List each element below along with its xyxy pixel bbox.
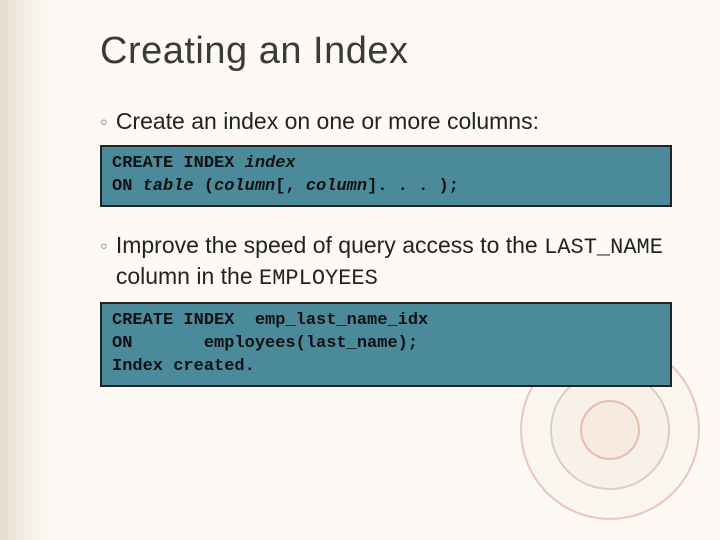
code-text: [, — [275, 177, 306, 196]
code-text: CREATE INDEX — [112, 154, 245, 173]
code-block-example: CREATE INDEX emp_last_name_idx ON employ… — [100, 302, 672, 387]
code-text: ( — [194, 177, 214, 196]
code-block-syntax: CREATE INDEX index ON table (column[, co… — [100, 145, 672, 207]
code-text-italic: column — [306, 177, 367, 196]
bullet-text: Improve the speed of query access to the… — [116, 231, 672, 294]
code-text: ON employees(last_name); — [112, 334, 418, 353]
bullet-text-part: Improve the speed of query access to the — [116, 232, 544, 258]
slide-content: Creating an Index ◦ Create an index on o… — [0, 0, 720, 441]
code-text-italic: table — [143, 177, 194, 196]
code-text: Index created. — [112, 357, 255, 376]
bullet-text: Create an index on one or more columns: — [116, 107, 539, 137]
code-text: CREATE INDEX emp_last_name_idx — [112, 311, 428, 330]
bullet-mono: EMPLOYEES — [259, 266, 378, 291]
bullet-marker: ◦ — [100, 233, 108, 259]
code-text: ]. . . ); — [367, 177, 459, 196]
slide-title: Creating an Index — [100, 30, 672, 73]
code-text-italic: column — [214, 177, 275, 196]
bullet-item: ◦ Create an index on one or more columns… — [100, 107, 672, 137]
bullet-mono: LAST_NAME — [544, 235, 663, 260]
code-text-italic: index — [245, 154, 296, 173]
bullet-text-part: column in the — [116, 263, 259, 289]
bullet-item: ◦ Improve the speed of query access to t… — [100, 231, 672, 294]
bullet-marker: ◦ — [100, 109, 108, 135]
code-text: ON — [112, 177, 143, 196]
